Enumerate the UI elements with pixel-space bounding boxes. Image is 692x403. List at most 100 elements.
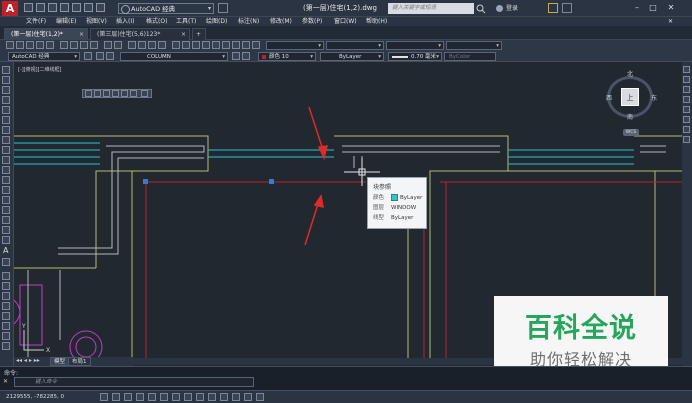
- spline-icon[interactable]: [2, 146, 10, 154]
- zoom-window-icon[interactable]: [148, 41, 156, 49]
- maximize-button[interactable]: □: [646, 2, 660, 14]
- tab-document-1[interactable]: (第一层)住宅(1,2)* ×: [4, 28, 88, 40]
- tab-document-2[interactable]: (第三层)住宅(5,6)123* ×: [90, 28, 190, 40]
- gradient-icon[interactable]: [2, 216, 10, 224]
- erase-icon[interactable]: [2, 272, 10, 280]
- infer-constraints-icon[interactable]: [100, 393, 108, 401]
- tool-icon[interactable]: [130, 90, 137, 97]
- rectangle-icon[interactable]: [2, 106, 10, 114]
- workspace-select[interactable]: AutoCAD 经典 ▾: [118, 3, 214, 14]
- table-icon[interactable]: [2, 236, 10, 244]
- zoom-realtime-icon[interactable]: [138, 41, 146, 49]
- minimize-button[interactable]: –: [630, 2, 644, 14]
- help-icon[interactable]: [232, 41, 240, 49]
- menu-parameters[interactable]: 参数(P): [302, 17, 322, 26]
- exchange-icon[interactable]: [548, 3, 558, 13]
- tool-icon[interactable]: [112, 90, 119, 97]
- save-icon[interactable]: [48, 3, 57, 12]
- make-block-icon[interactable]: [2, 186, 10, 194]
- tool-icon[interactable]: [85, 90, 92, 97]
- lineweight-icon[interactable]: [220, 393, 228, 401]
- join-icon[interactable]: [683, 106, 690, 113]
- menu-edit[interactable]: 编辑(E): [56, 17, 76, 26]
- match-properties-icon[interactable]: [90, 41, 98, 49]
- object-snap-tracking-icon[interactable]: [184, 393, 192, 401]
- undo-icon[interactable]: [84, 3, 93, 12]
- revision-cloud-icon[interactable]: [2, 136, 10, 144]
- hatch-icon[interactable]: [2, 206, 10, 214]
- menu-insert[interactable]: 插入(I): [116, 17, 134, 26]
- tool-icon[interactable]: [121, 90, 128, 97]
- menu-format[interactable]: 格式(O): [146, 17, 167, 26]
- circle-icon[interactable]: [2, 126, 10, 134]
- chamfer-icon[interactable]: [683, 116, 690, 123]
- region-icon[interactable]: [2, 226, 10, 234]
- undo-icon[interactable]: [104, 41, 112, 49]
- ellipse-icon[interactable]: [2, 156, 10, 164]
- break-icon[interactable]: [683, 96, 690, 103]
- grid-display-icon[interactable]: [124, 393, 132, 401]
- sheet-set-icon[interactable]: [202, 41, 210, 49]
- extend-icon[interactable]: [683, 86, 690, 93]
- stretch-icon[interactable]: [683, 66, 690, 73]
- construction-line-icon[interactable]: [2, 76, 10, 84]
- polyline-icon[interactable]: [2, 86, 10, 94]
- dimension-style-select[interactable]: ▾: [326, 41, 384, 50]
- pan-icon[interactable]: [128, 41, 136, 49]
- tab-model[interactable]: 模型: [50, 357, 70, 366]
- color-combo[interactable]: 颜色 10 ▾: [258, 52, 316, 61]
- plot-icon[interactable]: [36, 41, 44, 49]
- trim-icon[interactable]: [683, 76, 690, 83]
- login-button[interactable]: 登录: [496, 3, 540, 14]
- copy-icon[interactable]: [70, 41, 78, 49]
- close-window-button[interactable]: ✕: [664, 2, 678, 14]
- print-icon[interactable]: [72, 3, 81, 12]
- move-icon[interactable]: [2, 322, 10, 330]
- help-icon[interactable]: [562, 3, 572, 13]
- dynamic-ucs-icon[interactable]: [196, 393, 204, 401]
- selection-cycling-icon[interactable]: [256, 393, 264, 401]
- add-selected-icon[interactable]: [2, 258, 10, 266]
- close-icon[interactable]: ✕: [3, 378, 11, 386]
- customize-quick-access-icon[interactable]: [218, 3, 228, 13]
- dynamic-input-icon[interactable]: [208, 393, 216, 401]
- save-icon[interactable]: [26, 41, 34, 49]
- new-tab-button[interactable]: +: [192, 28, 206, 40]
- transparency-icon[interactable]: [232, 393, 240, 401]
- menu-dimension[interactable]: 标注(N): [238, 17, 259, 26]
- polar-tracking-icon[interactable]: [148, 393, 156, 401]
- compass-north[interactable]: 北: [627, 69, 633, 78]
- dimension-style-icon[interactable]: [252, 41, 260, 49]
- rotate-icon[interactable]: [2, 332, 10, 340]
- viewcube-top-face[interactable]: 上: [621, 88, 639, 106]
- new-file-icon[interactable]: [24, 3, 33, 12]
- fillet-icon[interactable]: [683, 126, 690, 133]
- menu-draw[interactable]: 绘图(D): [206, 17, 227, 26]
- arc-icon[interactable]: [2, 116, 10, 124]
- array-icon[interactable]: [2, 312, 10, 320]
- ortho-mode-icon[interactable]: [136, 393, 144, 401]
- text-style-icon[interactable]: [242, 41, 250, 49]
- compass-south[interactable]: 南: [627, 112, 633, 121]
- menu-file[interactable]: 文件(F): [26, 17, 46, 26]
- mirror-icon[interactable]: [2, 292, 10, 300]
- explode-icon[interactable]: [683, 136, 690, 143]
- markup-icon[interactable]: [212, 41, 220, 49]
- redo-icon[interactable]: [96, 3, 105, 12]
- offset-icon[interactable]: [2, 302, 10, 310]
- viewport-controls[interactable]: [-][俯视][二维线框]: [18, 66, 62, 73]
- menu-tools[interactable]: 工具(T): [176, 17, 196, 26]
- tool-icon[interactable]: [141, 90, 148, 97]
- paste-icon[interactable]: [80, 41, 88, 49]
- tool-palettes-icon[interactable]: [192, 41, 200, 49]
- polygon-icon[interactable]: [2, 96, 10, 104]
- layer-combo[interactable]: COLUMN ▾: [120, 52, 228, 61]
- snap-mode-icon[interactable]: [112, 393, 120, 401]
- new-icon[interactable]: [6, 41, 14, 49]
- object-snap-icon[interactable]: [160, 393, 168, 401]
- scale-icon[interactable]: [2, 342, 10, 350]
- line-icon[interactable]: [2, 66, 10, 74]
- command-input[interactable]: 键入命令: [14, 377, 254, 387]
- cut-icon[interactable]: [60, 41, 68, 49]
- make-current-layer-icon[interactable]: [232, 52, 240, 60]
